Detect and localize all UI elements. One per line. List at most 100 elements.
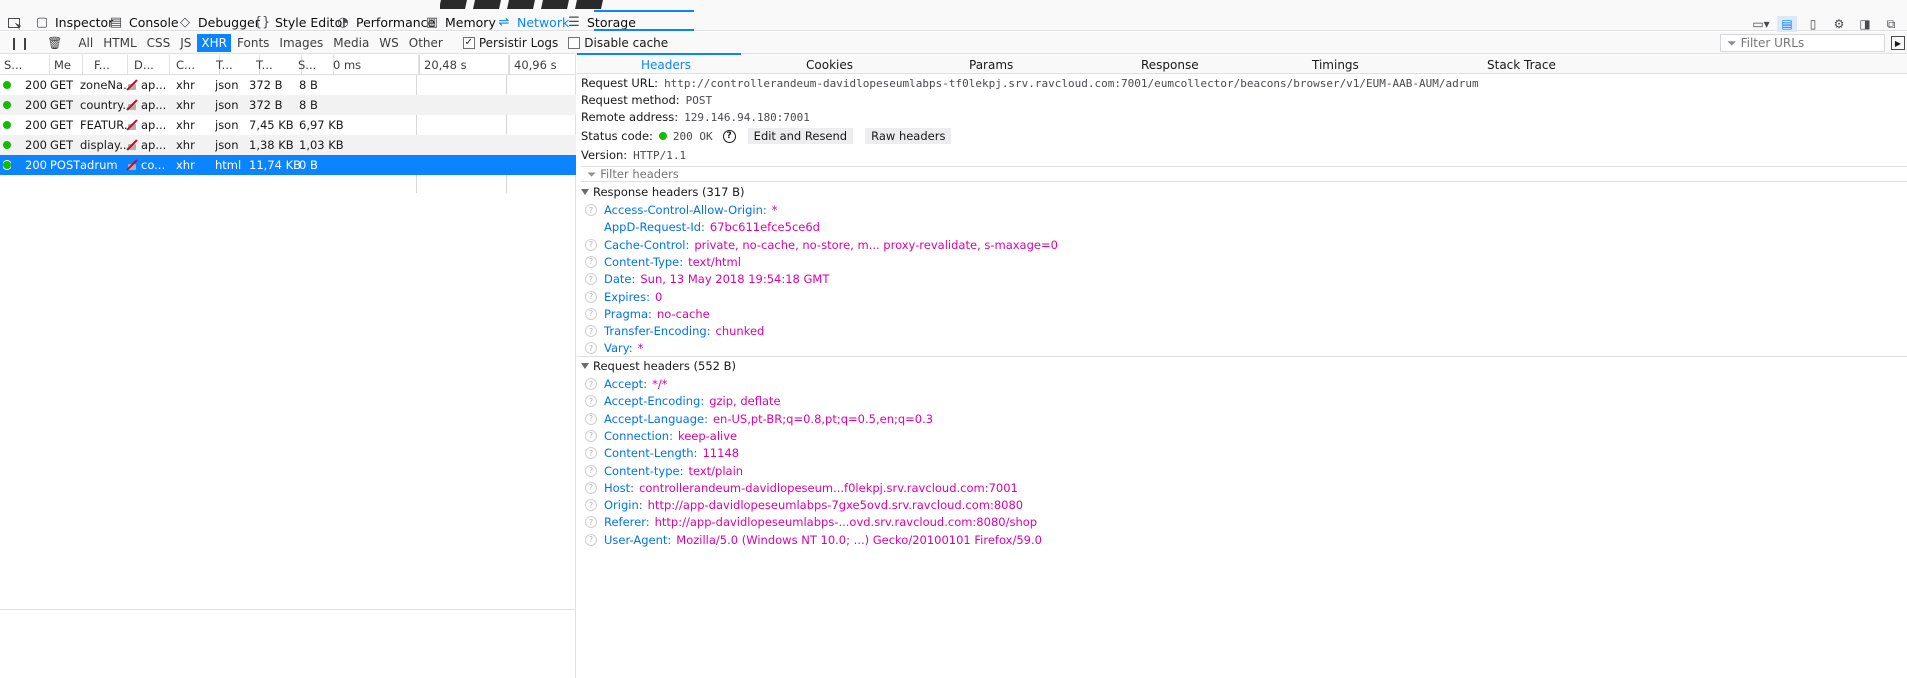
disable-cache-box[interactable] <box>568 36 581 49</box>
header-help-icon[interactable]: ? <box>585 499 597 512</box>
header-help-icon[interactable]: ? <box>585 378 597 390</box>
header-help-icon[interactable]: ? <box>585 429 597 442</box>
filter-urls-field[interactable]: ⏷ <box>1720 34 1885 52</box>
element-picker-icon[interactable] <box>5 17 25 31</box>
dock-side-icon[interactable]: ◨ <box>1855 16 1875 32</box>
split-console-icon[interactable]: ▤ <box>1777 16 1797 32</box>
tool-tab-console[interactable]: ▤ Console <box>109 14 179 31</box>
tool-tab-style-editor[interactable]: {} Style Editor <box>254 14 348 31</box>
settings-gear-icon[interactable]: ⚙ <box>1829 16 1849 32</box>
persist-logs-box[interactable]: ✓ <box>462 36 475 49</box>
header-help-icon[interactable]: ? <box>585 325 597 338</box>
request-headers-toggle[interactable]: Request headers (552 B) <box>581 358 736 374</box>
tool-tab-inspector[interactable]: ▢ Inspector <box>35 14 113 31</box>
header-row[interactable]: ? Content-Type: text/html <box>585 254 741 270</box>
filter-type-media[interactable]: Media <box>329 34 373 52</box>
header-help-icon[interactable]: ? <box>585 464 597 477</box>
filter-type-images[interactable]: Images <box>275 34 327 52</box>
filter-headers-field[interactable]: ⏷ <box>581 166 1907 182</box>
header-help-icon[interactable]: ? <box>585 481 597 494</box>
responsive-design-icon[interactable]: ▯ <box>1803 16 1823 32</box>
persist-logs-checkbox[interactable]: ✓ Persistir Logs <box>462 36 558 50</box>
tab-response[interactable]: Response <box>1141 55 1199 74</box>
header-row[interactable]: ? Date: Sun, 13 May 2018 19:54:18 GMT <box>585 271 829 287</box>
header-row[interactable]: ? Vary: * <box>585 340 643 356</box>
tool-tab-performance[interactable]: ◔ Performance <box>336 14 435 31</box>
tool-tab-memory[interactable]: ▥ Memory <box>425 14 496 31</box>
table-row[interactable]: 200 GET zoneNa... ap... xhr json 372 B8 B <box>0 75 576 95</box>
column-header[interactable]: S... <box>294 55 334 75</box>
filter-type-js[interactable]: JS <box>176 34 195 52</box>
header-row[interactable]: ? Content-type: text/plain <box>585 463 743 479</box>
table-row[interactable]: 200 GET FEATUR... ap... xhr json 7,45 KB 6,97 K… <box>0 115 576 135</box>
request-url-value[interactable]: http://controllerandeum-davidlopeseumlab… <box>664 77 1479 90</box>
tab-headers[interactable]: Headers <box>641 55 691 74</box>
header-row[interactable]: ? Transfer-Encoding: chunked <box>585 323 764 339</box>
table-row[interactable]: 200 POST adrum co... xhr html 11,74 KB 0 B <box>0 155 576 175</box>
column-header[interactable]: F... <box>90 55 128 75</box>
header-row[interactable]: ? Connection: keep-alive <box>585 428 737 444</box>
toggle-sidebar-icon[interactable]: ▶ <box>1891 36 1905 50</box>
tool-tab-network[interactable]: ⇌ Network <box>497 14 570 31</box>
filter-urls-input[interactable] <box>1740 36 1871 50</box>
response-headers-toggle[interactable]: Response headers (317 B) <box>581 184 745 200</box>
column-header[interactable]: Me <box>50 55 83 75</box>
clear-trash-icon[interactable]: 🗑 <box>43 34 66 52</box>
filter-type-fonts[interactable]: Fonts <box>233 34 273 52</box>
table-row[interactable]: 200 GET display... ap... xhr json 1,38 KB 1,03 … <box>0 135 576 155</box>
header-row[interactable]: ? Expires: 0 <box>585 289 662 305</box>
cell-size-text: 8 B <box>299 78 318 92</box>
tab-params[interactable]: Params <box>969 55 1013 74</box>
dock-layout-icon[interactable]: ▭▾ <box>1751 16 1771 32</box>
header-row[interactable]: ? Accept: */* <box>585 376 667 392</box>
header-row[interactable]: ?AppD-Request-Id:67bc611efce5ce6d <box>585 219 820 235</box>
cell-size: 1,03 KB <box>299 135 344 155</box>
status-cell <box>3 95 11 115</box>
filter-type-css[interactable]: CSS <box>143 34 175 52</box>
filter-type-other[interactable]: Other <box>405 34 447 52</box>
tab-stack-trace[interactable]: Stack Trace <box>1487 55 1556 74</box>
raw-headers-button[interactable]: Raw headers <box>865 128 952 144</box>
filter-type-xhr[interactable]: XHR <box>197 33 232 52</box>
edit-and-resend-button[interactable]: Edit and Resend <box>747 128 854 144</box>
header-row[interactable]: ? Access-Control-Allow-Origin: * <box>585 202 778 218</box>
tab-cookies[interactable]: Cookies <box>806 55 853 74</box>
header-help-icon[interactable]: ? <box>585 412 597 425</box>
filter-type-all[interactable]: All <box>74 34 97 52</box>
header-help-icon[interactable]: ? <box>585 307 597 320</box>
header-row[interactable]: ? Host: controllerandeum-davidlopeseum...f… <box>585 480 1018 496</box>
header-row[interactable]: ? Origin: http://app-davidlopeseumlabps-7g… <box>585 497 1023 513</box>
header-row[interactable]: ? Content-Length: 11148 <box>585 445 739 461</box>
header-help-icon[interactable]: ? <box>585 255 597 268</box>
cell-domain: co... <box>126 155 165 175</box>
header-row[interactable]: ? Referer: http://app-davidlopeseumlabps-.… <box>585 514 1037 530</box>
header-help-icon[interactable]: ? <box>585 204 597 216</box>
header-help-icon[interactable]: ? <box>585 533 597 546</box>
filter-headers-input[interactable] <box>600 167 1001 181</box>
pause-button[interactable]: ❙❙ <box>5 34 35 52</box>
header-row[interactable]: ? User-Agent: Mozilla/5.0 (Windows NT 10.0… <box>585 532 1042 548</box>
header-help-icon[interactable]: ? <box>585 238 597 251</box>
column-header[interactable]: D... <box>130 55 170 75</box>
header-help-icon[interactable]: ? <box>585 273 597 286</box>
header-help-icon[interactable]: ? <box>585 395 597 408</box>
status-ok-dot-icon <box>3 81 11 89</box>
table-row[interactable]: 200 GET country... ap... xhr json 372 B8 B <box>0 95 576 115</box>
tab-timings[interactable]: Timings <box>1312 55 1359 74</box>
tool-tab-debugger[interactable]: ◇ Debugger <box>178 14 260 31</box>
header-row[interactable]: ? Pragma: no-cache <box>585 306 710 322</box>
header-help-icon[interactable]: ? <box>585 447 597 460</box>
header-help-icon[interactable]: ? <box>585 516 597 529</box>
filter-type-ws[interactable]: WS <box>375 34 402 52</box>
header-row[interactable]: ? Accept-Encoding: gzip, deflate <box>585 393 781 409</box>
header-help-icon[interactable]: ? <box>585 290 597 303</box>
status-help-icon[interactable]: ? <box>722 129 736 143</box>
header-row[interactable]: ? Cache-Control: private, no-cache, no-sto… <box>585 237 1058 253</box>
cell-status-text: 200 <box>25 138 47 152</box>
header-help-icon[interactable]: ? <box>585 342 597 355</box>
separate-window-icon[interactable]: ⧉ <box>1881 16 1901 32</box>
filter-type-html[interactable]: HTML <box>99 34 140 52</box>
disable-cache-checkbox[interactable]: Disable cache <box>568 36 668 50</box>
header-row[interactable]: ? Accept-Language: en-US,pt-BR;q=0.8,pt;q=… <box>585 411 933 427</box>
column-header[interactable]: S... <box>0 55 50 75</box>
